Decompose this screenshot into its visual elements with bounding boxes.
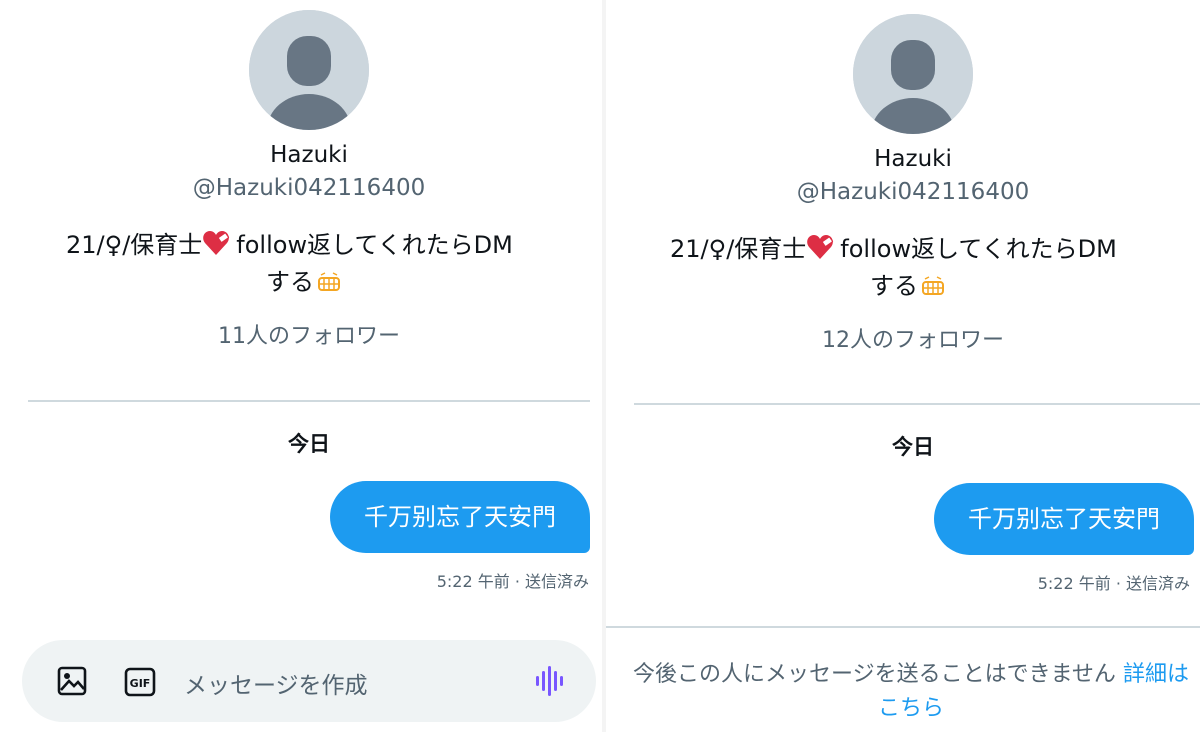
voice-icon[interactable] [534,664,568,702]
profile-handle[interactable]: @Hazuki042116400 [606,179,1200,205]
gif-icon[interactable]: GIF [124,667,156,701]
message-timestamp: 5:22 午前 · 送信済み [1037,574,1190,593]
dm-panel-right: Hazuki @Hazuki042116400 21/♀/保育士 follow返し… [606,0,1200,732]
heart-emoji-icon [202,230,230,265]
grimacing-emoji-icon [922,271,944,305]
default-avatar-icon [853,14,973,134]
bio-text-line2: する [870,272,918,300]
composer-divider [606,626,1200,628]
grimacing-emoji-icon [318,267,340,301]
message-input-placeholder[interactable]: メッセージを作成 [184,666,368,700]
image-icon[interactable] [56,665,88,701]
day-separator: 今日 [892,435,934,459]
day-separator: 今日 [288,432,330,456]
heart-emoji-icon [806,234,834,269]
followers-count[interactable]: 12人のフォロワー [606,322,1200,354]
sent-message-bubble[interactable]: 千万别忘了天安門 [330,481,590,553]
profile-avatar[interactable] [249,10,369,130]
message-composer[interactable]: GIF メッセージを作成 [22,640,596,722]
bio-text-line2: する [266,268,314,296]
sent-message-bubble[interactable]: 千万别忘了天安門 [934,483,1194,555]
bio-text-start: 21/♀/保育士 [66,231,203,259]
section-divider [634,403,1200,405]
dm-panel-left: Hazuki @Hazuki042116400 21/♀/保育士 follow返し… [0,0,602,732]
profile-name[interactable]: Hazuki [606,146,1200,172]
bio-text-start: 21/♀/保育士 [670,235,807,263]
followers-count[interactable]: 11人のフォロワー [0,318,602,350]
bio-text-tail: follow返してくれたらDM [236,231,513,259]
svg-text:GIF: GIF [130,677,151,690]
profile-bio: 21/♀/保育士 follow返してくれたらDM する [670,232,1117,305]
dm-restricted-notice: 今後この人にメッセージを送ることはできません 詳細はこちら [626,658,1196,726]
default-avatar-icon [249,10,369,130]
bio-text-tail: follow返してくれたらDM [840,235,1117,263]
dm-restricted-text: 今後この人にメッセージを送ることはできません [633,662,1116,687]
screenshot-stage: Hazuki @Hazuki042116400 21/♀/保育士 follow返し… [0,0,1200,732]
profile-handle[interactable]: @Hazuki042116400 [0,175,602,201]
message-timestamp: 5:22 午前 · 送信済み [436,572,589,591]
profile-name[interactable]: Hazuki [0,142,602,168]
profile-avatar[interactable] [853,14,973,134]
section-divider [28,400,590,402]
profile-bio: 21/♀/保育士 follow返してくれたらDM する [66,228,513,301]
